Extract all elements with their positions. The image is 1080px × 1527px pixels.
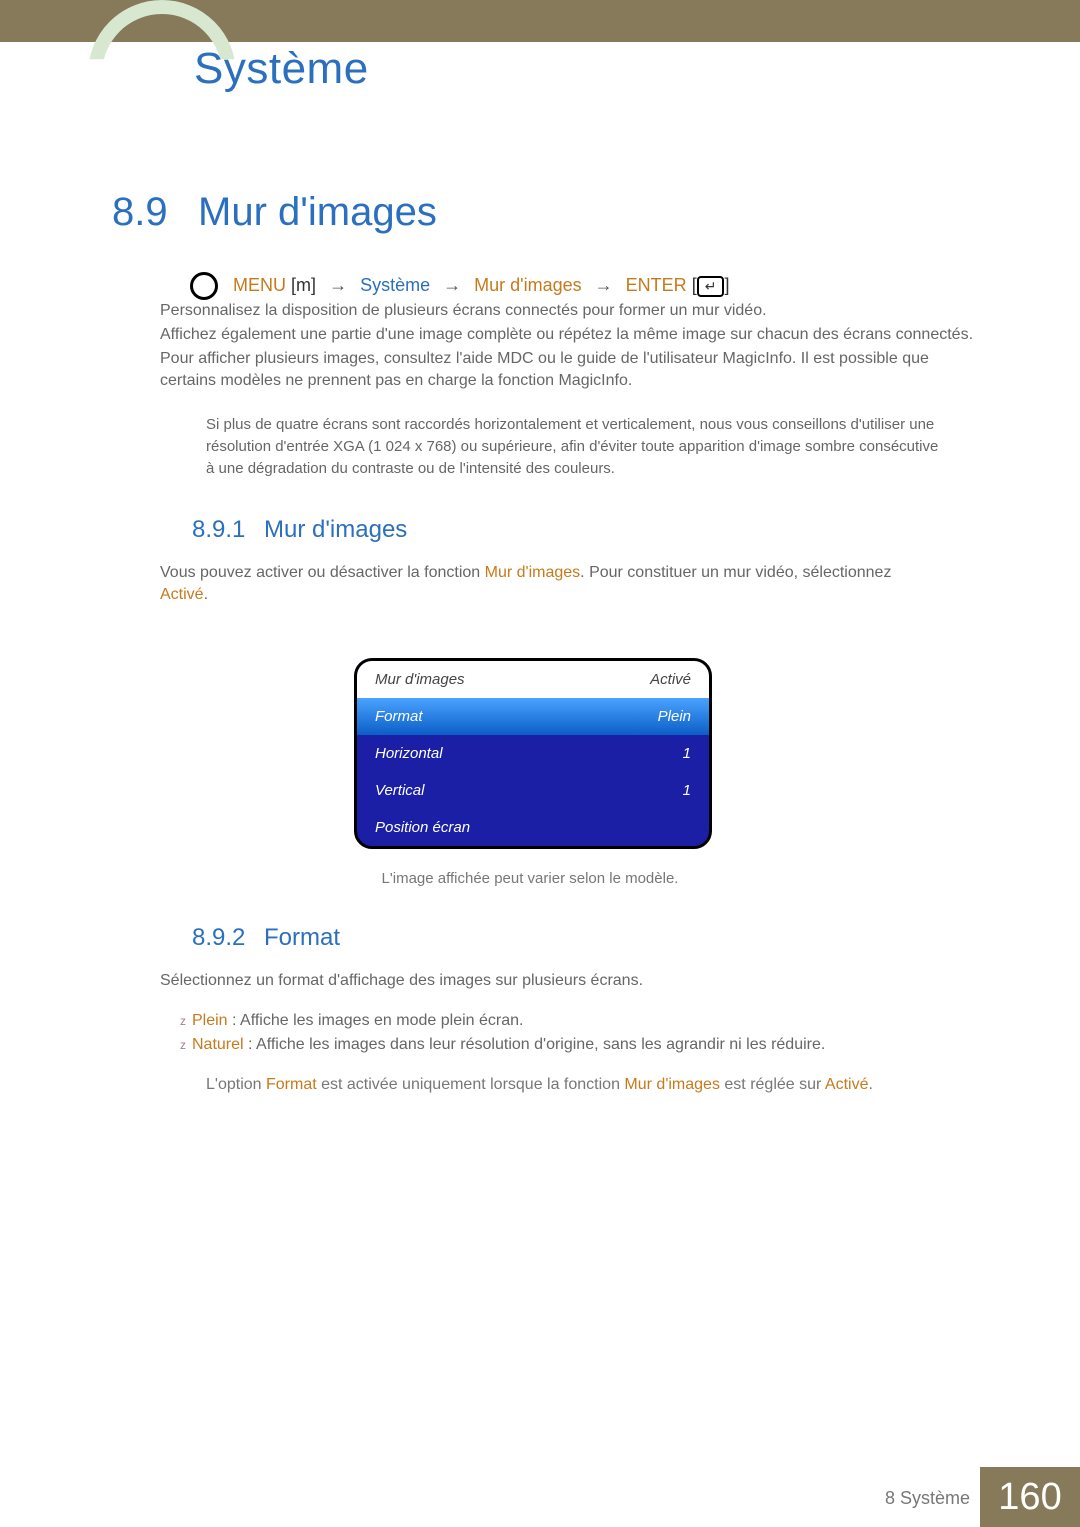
section-title: Mur d'images [198,190,437,235]
nav-system: Système [360,275,430,295]
menu-label: Mur d'images [375,671,465,688]
nav-menu: MENU [233,275,286,295]
osd-menu-preview: Mur d'images Activé Format Plein Horizon… [354,658,712,849]
body-text-2: Affichez également une partie d'une imag… [160,324,973,346]
arrow-icon: → [329,275,347,295]
menu-label: Vertical [375,782,424,799]
nav-mur: Mur d'images [474,275,581,295]
menu-label: Position écran [375,819,470,836]
subsection-number-1: 8.9.1 [192,516,245,544]
menu-caption: L'image affichée peut varier selon le mo… [354,870,706,887]
page-number: 160 [980,1467,1080,1527]
menu-label: Horizontal [375,745,443,762]
menu-value: 1 [683,782,691,799]
para-1: Vous pouvez activer ou désactiver la fon… [160,562,960,606]
subsection-title-2: Format [264,924,340,952]
menu-glyph: [m] [291,275,316,295]
bullet-naturel: zNaturel : Affiche les images dans leur … [180,1036,825,1054]
menu-row-horizontal: Horizontal 1 [357,735,709,772]
subsection-title-1: Mur d'images [264,516,407,544]
format-note: L'option Format est activée uniquement l… [206,1076,946,1094]
body-text-1: Personnalisez la disposition de plusieur… [160,300,767,322]
arrow-icon: → [443,275,461,295]
menu-row-position: Position écran [357,809,709,846]
menu-value: Plein [658,708,691,725]
menu-value: 1 [683,745,691,762]
bullet-plein: zPlein : Affiche les images en mode plei… [180,1012,825,1030]
subsection-number-2: 8.9.2 [192,924,245,952]
body-text-3: Pour afficher plusieurs images, consulte… [160,348,960,392]
footer-chapter-label: 8 Système [885,1488,970,1509]
menu-navigation-path: MENU [m] → Système → Mur d'images → ENTE… [190,272,729,300]
menu-row-format: Format Plein [357,698,709,735]
format-bullets: zPlein : Affiche les images en mode plei… [180,1006,825,1060]
menu-row-selected: Mur d'images Activé [357,661,709,698]
enter-glyph: [↵] [692,275,730,295]
menu-row-vertical: Vertical 1 [357,772,709,809]
format-intro: Sélectionnez un format d'affichage des i… [160,970,960,992]
menu-value: Activé [650,671,691,688]
nav-enter: ENTER [626,275,687,295]
bullet-icon: z [180,1038,186,1052]
nav-bullet-icon [190,272,218,300]
section-number: 8.9 [112,190,168,235]
chapter-title: Système [194,44,369,94]
note-text: Si plus de quatre écrans sont raccordés … [206,414,946,480]
bullet-icon: z [180,1014,186,1028]
menu-label: Format [375,708,423,725]
arrow-icon: → [595,275,613,295]
